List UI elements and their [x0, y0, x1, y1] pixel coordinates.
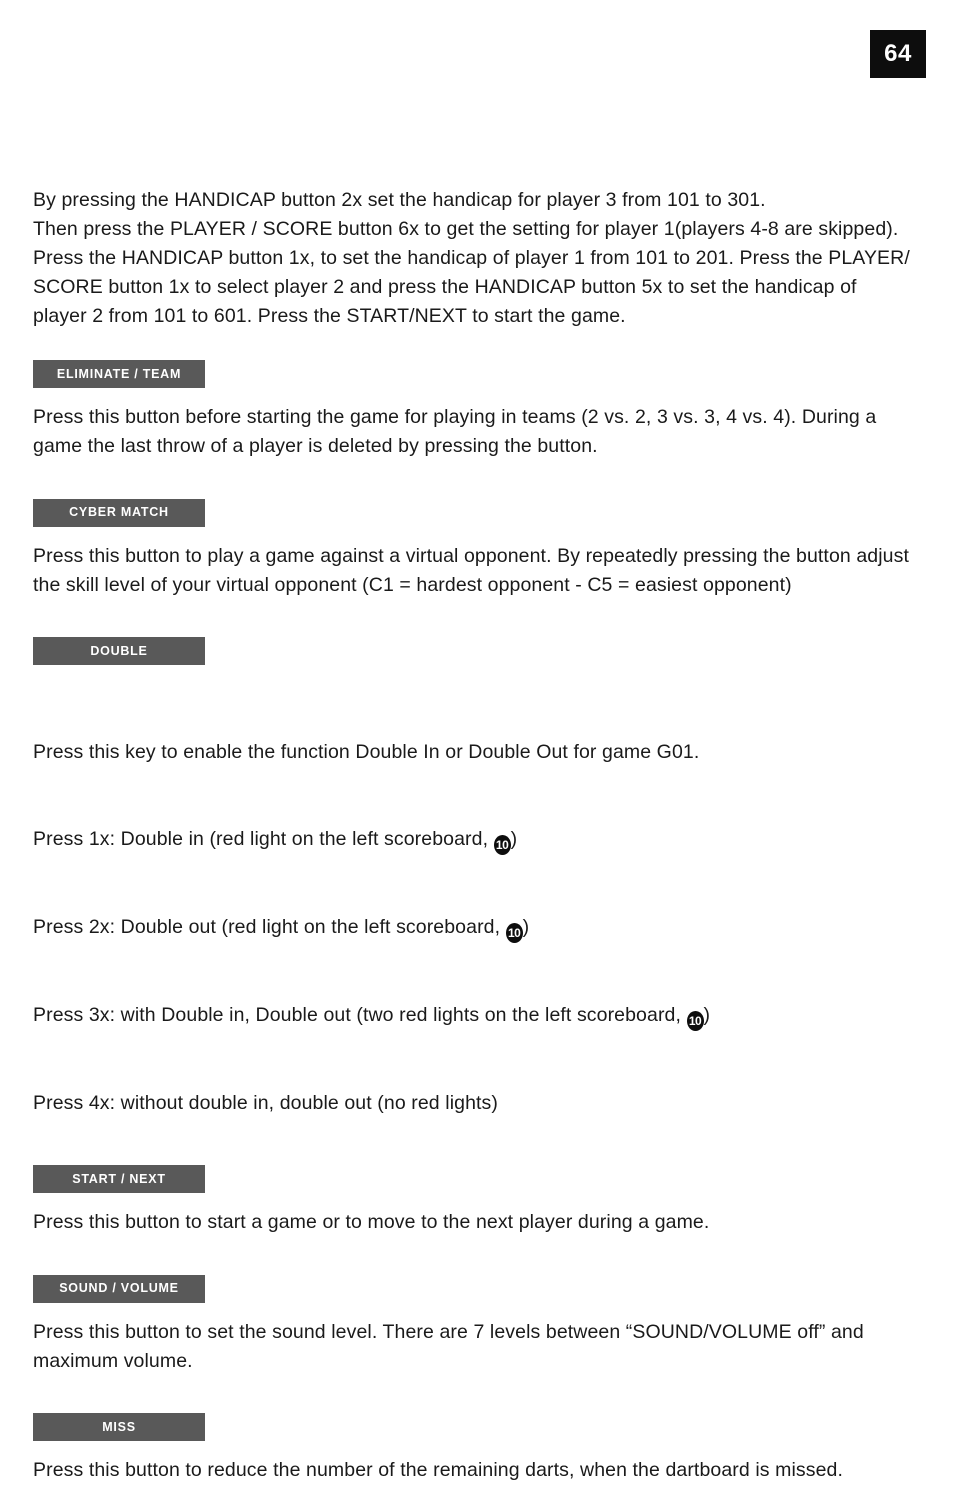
double-line: Press 1x: Double in (red light on the le…	[33, 796, 921, 855]
section-sound-volume: SOUND / VOLUME Press this button to set …	[33, 1274, 921, 1376]
section-miss: MISS Press this button to reduce the num…	[33, 1413, 921, 1485]
double-line: Press this key to enable the function Do…	[33, 709, 921, 767]
circled-ten-icon: 10	[505, 923, 523, 943]
section-label-text: CYBER MATCH	[69, 505, 169, 520]
section-label-double: DOUBLE	[33, 637, 205, 665]
section-label-start-next: START / NEXT	[33, 1165, 205, 1193]
double-line-text: Press 1x: Double in (red light on the le…	[33, 828, 494, 850]
double-line-suffix: )	[703, 1004, 711, 1026]
section-body-sound-volume: Press this button to set the sound level…	[33, 1320, 864, 1372]
double-line-text: Press 2x: Double out (red light on the l…	[33, 916, 506, 938]
section-double: DOUBLE Press this key to enable the func…	[33, 637, 921, 1147]
section-start-next: START / NEXT Press this button to start …	[33, 1165, 921, 1237]
section-body-miss: Press this button to reduce the number o…	[33, 1459, 843, 1481]
double-line: Press 4x: without double in, double out …	[33, 1060, 921, 1118]
double-line-text: Press 4x: without double in, double out …	[33, 1092, 498, 1114]
page-number-badge: 64	[870, 30, 926, 78]
section-eliminate-team: ELIMINATE / TEAM Press this button befor…	[33, 360, 921, 461]
double-line: Press 3x: with Double in, Double out (tw…	[33, 972, 921, 1031]
section-cyber-match: CYBER MATCH Press this button to play a …	[33, 498, 921, 600]
section-body-cyber-match: Press this button to play a game against…	[33, 544, 909, 596]
section-body-eliminate-team: Press this button before starting the ga…	[33, 406, 877, 457]
intro-paragraph: By pressing the HANDICAP button 2x set t…	[33, 189, 910, 327]
section-label-miss: MISS	[33, 1413, 205, 1441]
double-line-suffix: )	[510, 828, 518, 850]
section-body-start-next: Press this button to start a game or to …	[33, 1211, 710, 1233]
section-body-double: Press this key to enable the function Do…	[33, 680, 921, 1147]
double-line-text: Press this key to enable the function Do…	[33, 741, 700, 763]
section-label-eliminate-team: ELIMINATE / TEAM	[33, 360, 205, 388]
section-label-cyber-match: CYBER MATCH	[33, 498, 205, 527]
circled-ten-icon: 10	[493, 835, 511, 855]
double-line: Press 2x: Double out (red light on the l…	[33, 884, 921, 943]
section-label-text: SOUND / VOLUME	[59, 1281, 179, 1296]
circled-ten-icon: 10	[686, 1011, 704, 1031]
page-number: 64	[884, 40, 912, 67]
section-label-text: MISS	[102, 1419, 136, 1434]
document-content: By pressing the HANDICAP button 2x set t…	[33, 186, 921, 1505]
section-label-text: ELIMINATE / TEAM	[56, 366, 182, 381]
section-label-text: DOUBLE	[90, 643, 148, 658]
section-label-sound-volume: SOUND / VOLUME	[33, 1274, 205, 1303]
double-line-text: Press 3x: with Double in, Double out (tw…	[33, 1004, 687, 1026]
section-label-text: START / NEXT	[72, 1171, 166, 1186]
double-line-suffix: )	[522, 916, 530, 938]
